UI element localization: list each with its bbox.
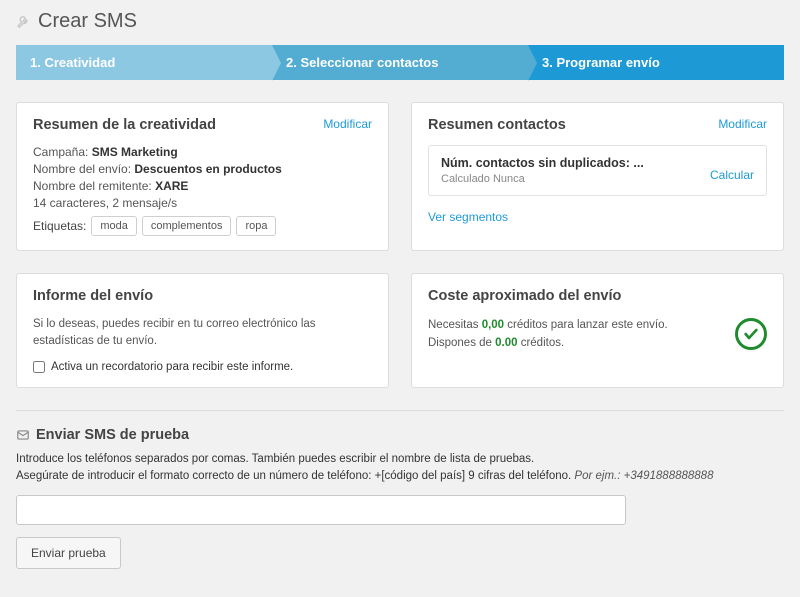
contacts-summary-card: Resumen contactos Modificar Núm. contact… xyxy=(411,102,784,251)
card-title: Resumen contactos xyxy=(428,117,767,133)
modify-creativity-link[interactable]: Modificar xyxy=(323,117,372,131)
tag-item[interactable]: moda xyxy=(91,216,137,236)
send-test-button[interactable]: Enviar prueba xyxy=(16,537,121,569)
cost-card: Coste aproximado del envío Necesitas 0,0… xyxy=(411,273,784,388)
step-creativity[interactable]: 1. Creatividad xyxy=(16,45,272,80)
step-label: 2. Seleccionar contactos xyxy=(286,55,438,70)
tags-row: Etiquetas: moda complementos ropa xyxy=(33,216,372,236)
wizard-steps: 1. Creatividad 2. Seleccionar contactos … xyxy=(16,45,784,80)
sendname-field: Nombre del envío: Descuentos en producto… xyxy=(33,162,372,176)
contacts-count-sub: Calculado Nunca xyxy=(441,173,754,185)
tag-item[interactable]: ropa xyxy=(236,216,276,236)
report-reminder-checkbox-row[interactable]: Activa un recordatorio para recibir este… xyxy=(33,361,372,373)
campaign-field: Campaña: SMS Marketing xyxy=(33,145,372,159)
charinfo-field: 14 caracteres, 2 mensaje/s xyxy=(33,196,372,210)
card-title: Informe del envío xyxy=(33,288,372,304)
divider xyxy=(16,410,784,411)
contacts-count-box: Núm. contactos sin duplicados: ... Calcu… xyxy=(428,145,767,196)
tag-item[interactable]: complementos xyxy=(142,216,232,236)
view-segments-link[interactable]: Ver segmentos xyxy=(428,210,508,224)
cost-text: Necesitas 0,00 créditos para lanzar este… xyxy=(428,316,721,353)
test-sms-section: Enviar SMS de prueba Introduce los teléf… xyxy=(16,427,784,570)
check-circle-icon xyxy=(735,318,767,350)
step-schedule[interactable]: 3. Programar envío xyxy=(528,45,784,80)
test-title-text: Enviar SMS de prueba xyxy=(36,427,189,443)
calculate-link[interactable]: Calcular xyxy=(710,168,754,182)
page-title-text: Crear SMS xyxy=(38,10,137,33)
wrench-icon xyxy=(16,14,32,30)
report-reminder-checkbox[interactable] xyxy=(33,361,45,373)
report-desc: Si lo deseas, puedes recibir en tu corre… xyxy=(33,316,372,351)
step-contacts[interactable]: 2. Seleccionar contactos xyxy=(272,45,528,80)
creativity-summary-card: Resumen de la creatividad Modificar Camp… xyxy=(16,102,389,251)
test-section-title: Enviar SMS de prueba xyxy=(16,427,784,443)
modify-contacts-link[interactable]: Modificar xyxy=(718,117,767,131)
mail-icon xyxy=(16,428,30,442)
contacts-count-title: Núm. contactos sin duplicados: ... xyxy=(441,156,754,170)
page-title: Crear SMS xyxy=(16,10,784,33)
card-title: Resumen de la creatividad xyxy=(33,117,372,133)
report-card: Informe del envío Si lo deseas, puedes r… xyxy=(16,273,389,388)
step-label: 1. Creatividad xyxy=(30,55,115,70)
test-phone-input[interactable] xyxy=(16,495,626,525)
tags-label: Etiquetas: xyxy=(33,219,86,233)
card-title: Coste aproximado del envío xyxy=(428,288,767,304)
test-desc: Introduce los teléfonos separados por co… xyxy=(16,451,784,486)
checkbox-label: Activa un recordatorio para recibir este… xyxy=(51,361,293,373)
step-label: 3. Programar envío xyxy=(542,55,660,70)
sender-field: Nombre del remitente: XARE xyxy=(33,179,372,193)
